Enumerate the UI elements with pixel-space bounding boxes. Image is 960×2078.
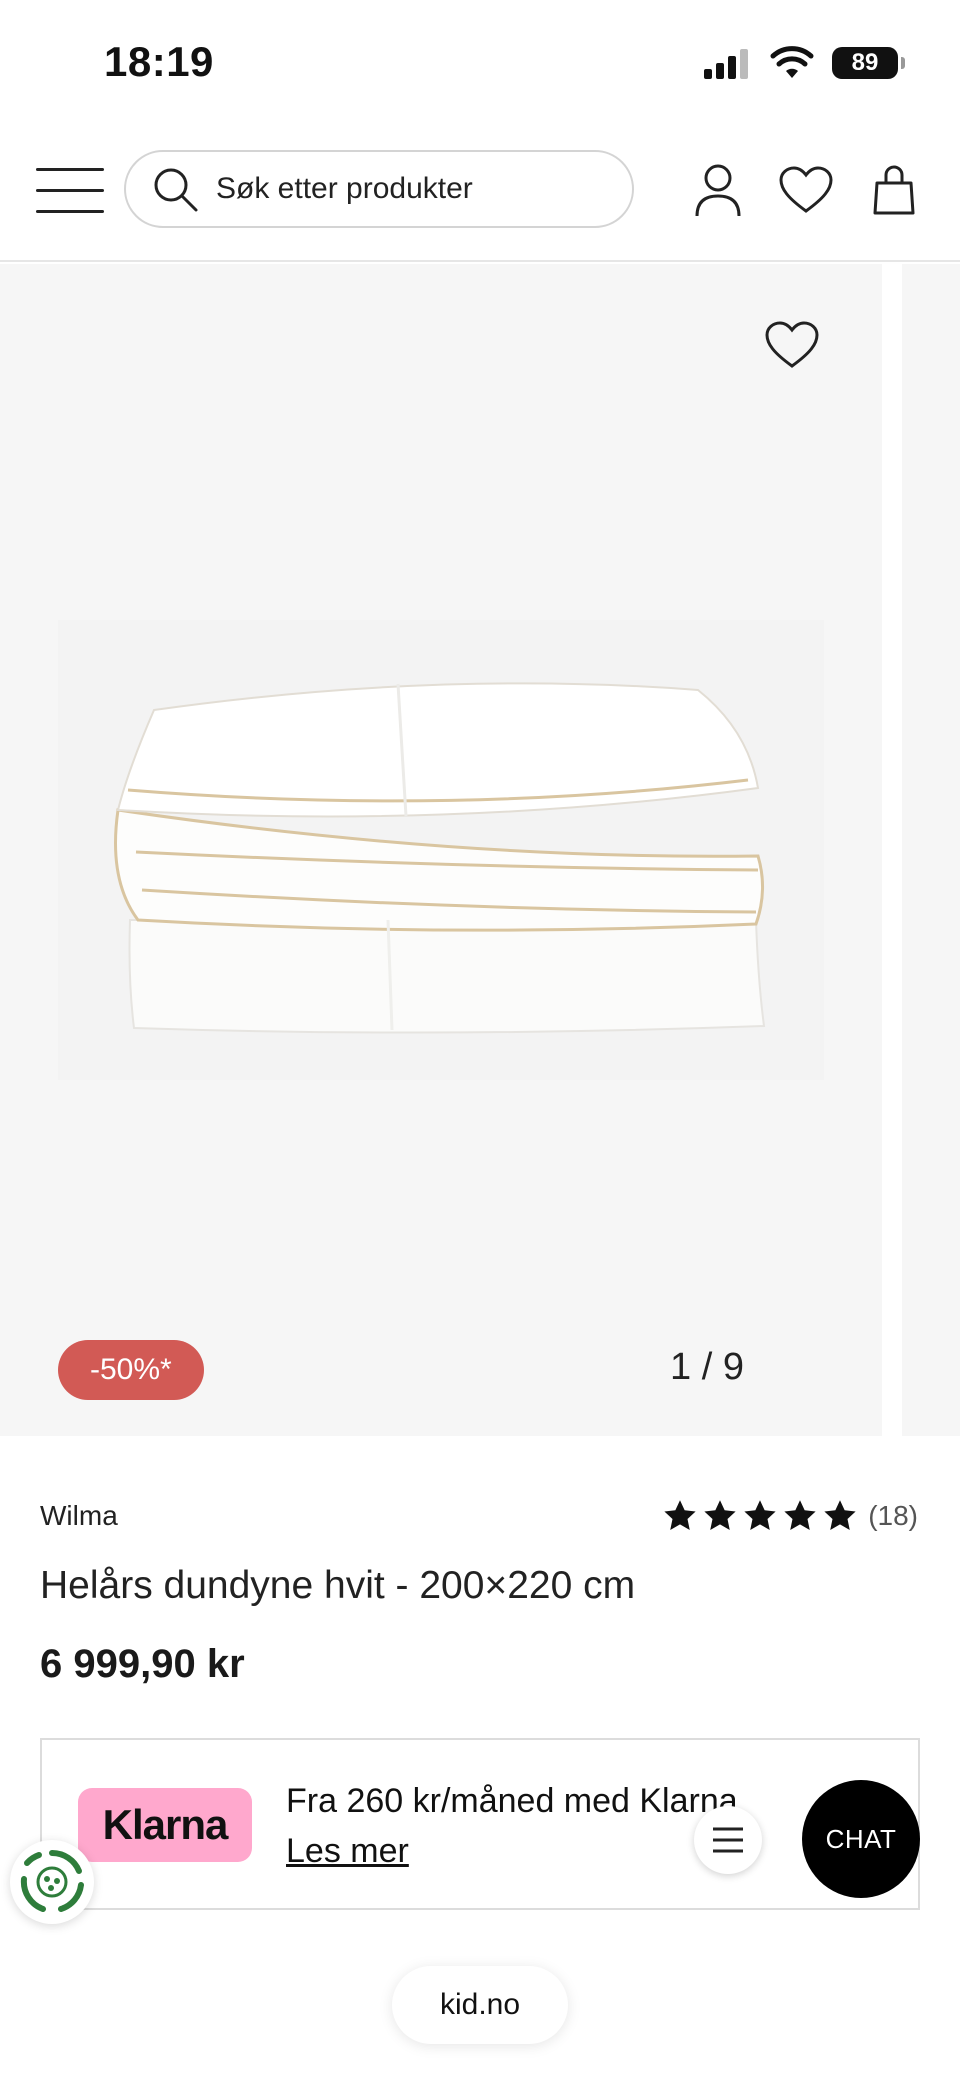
gallery-counter: 1 / 9 xyxy=(670,1346,744,1388)
klarna-text: Fra 260 kr/måned med Klarna xyxy=(286,1782,738,1820)
klarna-logo: Klarna xyxy=(78,1788,252,1862)
floating-menu-button[interactable] xyxy=(694,1806,762,1874)
product-brand[interactable]: Wilma xyxy=(40,1500,118,1532)
user-icon[interactable] xyxy=(690,160,746,220)
browser-url-pill[interactable]: kid.no xyxy=(392,1966,568,2044)
star-icon xyxy=(704,1500,736,1530)
menu-icon xyxy=(713,1827,743,1853)
search-icon xyxy=(154,168,198,212)
battery-level: 89 xyxy=(851,49,879,76)
search-input[interactable] xyxy=(216,172,596,206)
discount-badge: -50%* xyxy=(58,1340,204,1400)
battery-indicator: 89 xyxy=(832,47,905,79)
shopping-bag-icon[interactable] xyxy=(866,160,922,220)
eco-recycle-badge[interactable] xyxy=(10,1840,94,1924)
next-slide-peek[interactable] xyxy=(902,264,960,1436)
klarna-read-more-link[interactable]: Les mer xyxy=(286,1832,409,1871)
wifi-icon xyxy=(770,46,814,78)
product-image-duvet xyxy=(58,620,824,1080)
product-title: Helårs dundyne hvit - 200×220 cm xyxy=(40,1564,636,1607)
recycle-icon xyxy=(20,1849,84,1912)
status-time: 18:19 xyxy=(104,38,214,85)
product-rating[interactable]: (18) xyxy=(662,1498,918,1534)
site-header xyxy=(0,130,960,262)
status-icons: 89 xyxy=(704,46,905,80)
rating-count: (18) xyxy=(868,1500,918,1531)
status-bar: 18:19 89 xyxy=(0,0,960,130)
klarna-financing-box: Klarna Fra 260 kr/måned med Klarna Les m… xyxy=(40,1738,920,1910)
wishlist-heart-icon[interactable] xyxy=(764,320,824,376)
product-gallery[interactable]: -50%* 1 / 9 xyxy=(0,264,960,1436)
cellular-signal-icon xyxy=(704,49,748,79)
star-icon xyxy=(664,1500,696,1530)
star-icon xyxy=(824,1500,856,1530)
product-price: 6 999,90 kr xyxy=(40,1642,245,1686)
star-icon xyxy=(744,1500,776,1530)
star-icon xyxy=(784,1500,816,1530)
search-bar[interactable] xyxy=(124,150,634,228)
heart-icon[interactable] xyxy=(778,160,834,220)
chat-button[interactable]: CHAT xyxy=(802,1780,920,1898)
gallery-slide[interactable]: -50%* 1 / 9 xyxy=(0,264,882,1436)
menu-icon[interactable] xyxy=(36,168,104,214)
